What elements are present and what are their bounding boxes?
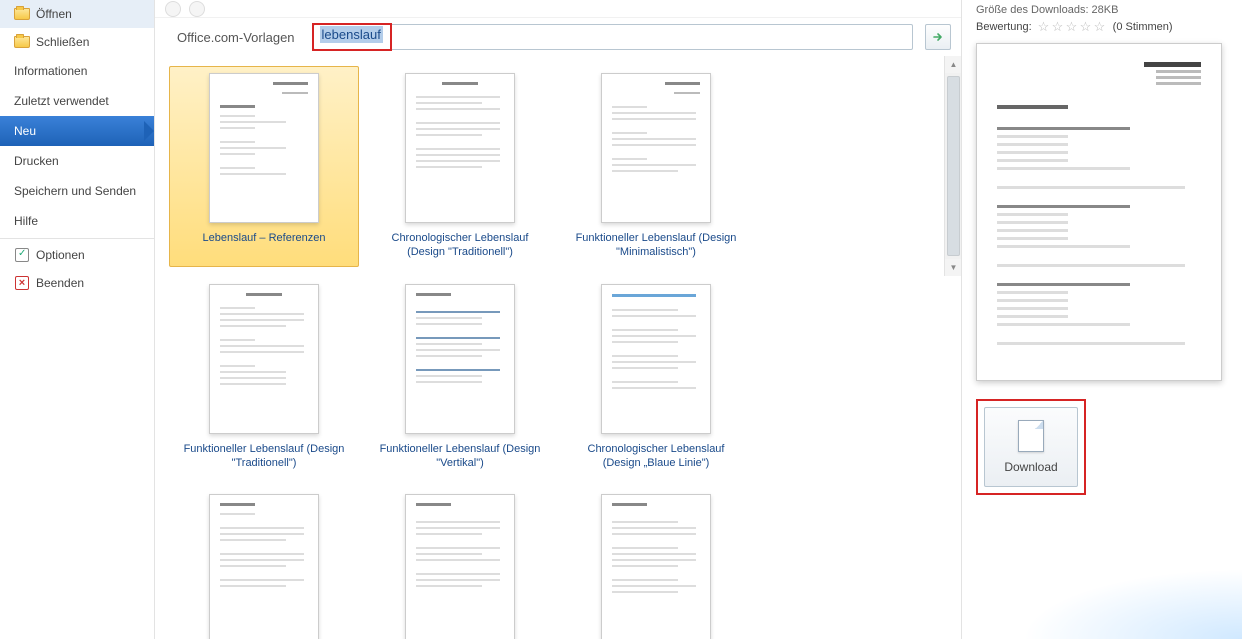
- sidebar-save-send-label: Speichern und Senden: [14, 184, 136, 198]
- sidebar-info[interactable]: Informationen: [0, 56, 154, 86]
- main-content: Office.com-Vorlagen lebenslauf Lebenslau…: [155, 0, 962, 639]
- template-item[interactable]: Chronologischer Lebenslauf (Traditionell…: [561, 487, 751, 639]
- template-label: Funktioneller Lebenslauf (Design "Vertik…: [372, 442, 548, 471]
- star-icon: ☆: [1038, 20, 1051, 33]
- sidebar-close[interactable]: Schließen: [0, 28, 154, 56]
- backstage-sidebar: Öffnen Schließen Informationen Zuletzt v…: [0, 0, 155, 639]
- sidebar-separator: [0, 238, 154, 239]
- template-thumb: [209, 284, 319, 434]
- template-item[interactable]: Chronologischer Lebenslauf (Design "Trad…: [365, 66, 555, 267]
- document-icon: [1018, 420, 1044, 452]
- sidebar-recent[interactable]: Zuletzt verwendet: [0, 86, 154, 116]
- template-thumb: [601, 494, 711, 639]
- sidebar-exit[interactable]: × Beenden: [0, 269, 154, 297]
- template-label: Funktioneller Lebenslauf (Design "Minima…: [568, 231, 744, 260]
- sidebar-print-label: Drucken: [14, 154, 59, 168]
- star-icon: ☆: [1066, 20, 1079, 33]
- exit-icon: ×: [14, 275, 30, 291]
- rating-row: Bewertung: ☆ ☆ ☆ ☆ ☆ (0 Stimmen): [976, 20, 1228, 33]
- search-input[interactable]: lebenslauf: [313, 24, 913, 50]
- sidebar-close-label: Schließen: [36, 35, 89, 49]
- template-item[interactable]: Funktioneller Lebenslauf (Design "Tradit…: [169, 277, 359, 478]
- sidebar-help-label: Hilfe: [14, 214, 38, 228]
- scroll-up-icon[interactable]: ▲: [945, 56, 961, 73]
- template-thumb: [601, 73, 711, 223]
- sidebar-open-label: Öffnen: [36, 7, 72, 21]
- template-gallery: Lebenslauf – Referenzen Chronologischer …: [155, 56, 961, 639]
- preview-section: [997, 105, 1068, 109]
- template-label: Lebenslauf – Referenzen: [203, 231, 326, 245]
- sidebar-info-label: Informationen: [14, 64, 87, 78]
- scroll-thumb[interactable]: [947, 76, 960, 256]
- search-value: lebenslauf: [320, 26, 383, 43]
- sidebar-open[interactable]: Öffnen: [0, 0, 154, 28]
- sidebar-options-label: Optionen: [36, 248, 85, 262]
- download-button[interactable]: Download: [984, 407, 1078, 487]
- star-icon: ☆: [1052, 20, 1065, 33]
- download-label: Download: [1004, 460, 1057, 474]
- arrow-right-icon: [932, 31, 944, 43]
- template-label: Chronologischer Lebenslauf (Design "Trad…: [372, 231, 548, 260]
- template-thumb: [405, 494, 515, 639]
- download-size: Größe des Downloads: 28KB: [976, 4, 1228, 16]
- rating-stars[interactable]: ☆ ☆ ☆ ☆ ☆: [1038, 20, 1107, 33]
- template-preview: [976, 43, 1222, 381]
- template-item[interactable]: Lebenslauf: [365, 487, 555, 639]
- search-go-button[interactable]: [925, 24, 951, 50]
- template-thumb: [601, 284, 711, 434]
- preview-name: [1144, 62, 1201, 67]
- sidebar-save-send[interactable]: Speichern und Senden: [0, 176, 154, 206]
- star-icon: ☆: [1080, 20, 1093, 33]
- template-item[interactable]: Chronologischer Lebenslauf (Minimalistis…: [169, 487, 359, 639]
- rating-votes: (0 Stimmen): [1113, 21, 1173, 33]
- template-label: Funktioneller Lebenslauf (Design "Tradit…: [176, 442, 352, 471]
- template-thumb: [209, 73, 319, 223]
- sidebar-recent-label: Zuletzt verwendet: [14, 94, 109, 108]
- template-label: Chronologischer Lebenslauf (Design „Blau…: [568, 442, 744, 471]
- template-item[interactable]: Funktioneller Lebenslauf (Design "Minima…: [561, 66, 751, 267]
- sidebar-exit-label: Beenden: [36, 276, 84, 290]
- template-thumb: [405, 284, 515, 434]
- sidebar-print[interactable]: Drucken: [0, 146, 154, 176]
- breadcrumb-bar: Office.com-Vorlagen lebenslauf: [155, 18, 961, 56]
- rating-label: Bewertung:: [976, 21, 1032, 33]
- preview-panel: Größe des Downloads: 28KB Bewertung: ☆ ☆…: [962, 0, 1242, 639]
- breadcrumb[interactable]: Office.com-Vorlagen: [165, 26, 307, 49]
- template-thumb: [209, 494, 319, 639]
- sidebar-options[interactable]: Optionen: [0, 241, 154, 269]
- back-icon[interactable]: [165, 1, 181, 17]
- scroll-down-icon[interactable]: ▼: [945, 259, 961, 276]
- gallery-scrollbar[interactable]: ▲ ▼: [944, 56, 961, 276]
- sidebar-new-label: Neu: [14, 124, 36, 138]
- sidebar-new[interactable]: Neu: [0, 116, 154, 146]
- folder-close-icon: [14, 34, 30, 50]
- options-icon: [14, 247, 30, 263]
- toolbar-stub: [155, 0, 961, 18]
- sidebar-help[interactable]: Hilfe: [0, 206, 154, 236]
- annotation-download-highlight: Download: [976, 399, 1086, 495]
- search-wrap: lebenslauf: [313, 24, 913, 50]
- forward-icon[interactable]: [189, 1, 205, 17]
- template-item[interactable]: Funktioneller Lebenslauf (Design "Vertik…: [365, 277, 555, 478]
- star-icon: ☆: [1094, 20, 1107, 33]
- template-item[interactable]: Lebenslauf – Referenzen: [169, 66, 359, 267]
- folder-open-icon: [14, 6, 30, 22]
- template-thumb: [405, 73, 515, 223]
- template-grid: Lebenslauf – Referenzen Chronologischer …: [169, 66, 947, 639]
- decorative-flare: [1022, 569, 1242, 639]
- template-item[interactable]: Chronologischer Lebenslauf (Design „Blau…: [561, 277, 751, 478]
